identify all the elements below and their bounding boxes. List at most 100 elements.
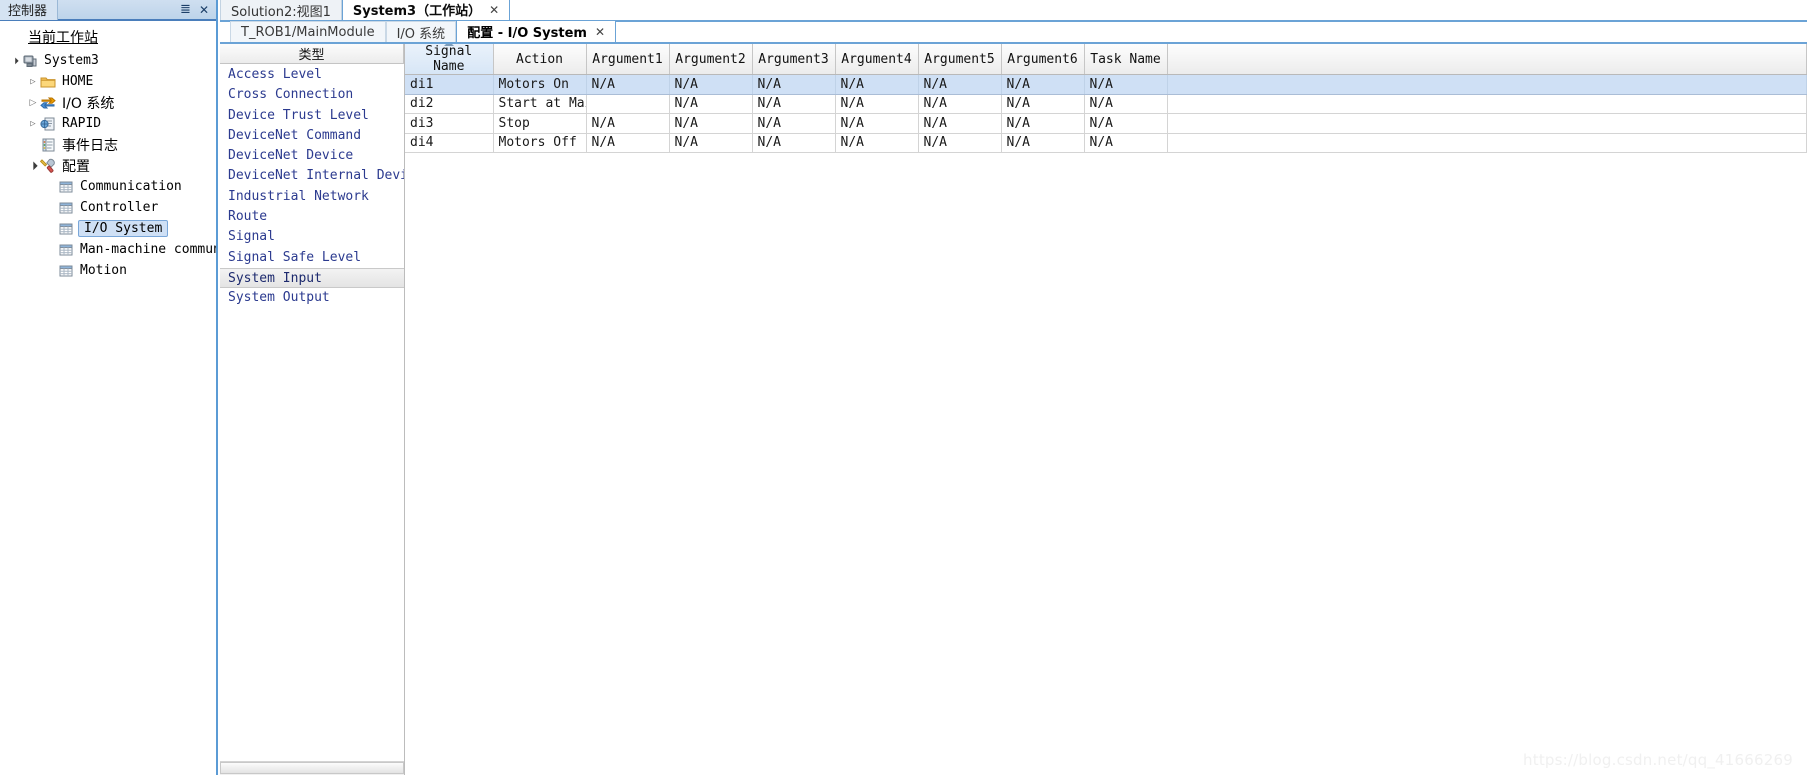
table-cell[interactable]: N/A: [1084, 74, 1168, 95]
table-cell[interactable]: N/A: [1084, 94, 1168, 114]
table-cell[interactable]: Motors On: [493, 74, 587, 95]
type-list-item[interactable]: Cross Connection: [220, 85, 404, 105]
table-cell[interactable]: N/A: [835, 113, 919, 134]
table-cell[interactable]: Motors Off: [493, 133, 587, 153]
table-row[interactable]: di3 Stop N/A N/A N/A N/A N/A N/A N/A: [405, 113, 1807, 134]
table-cell[interactable]: N/A: [669, 133, 753, 153]
type-list-item[interactable]: DeviceNet Device: [220, 146, 404, 166]
grid-column-header[interactable]: Action: [493, 44, 587, 75]
table-cell[interactable]: N/A: [835, 74, 919, 95]
type-list-item[interactable]: Signal Safe Level: [220, 248, 404, 268]
table-cell[interactable]: N/A: [918, 113, 1002, 134]
table-cell-filler: [1167, 74, 1807, 95]
type-list-item[interactable]: Industrial Network: [220, 187, 404, 207]
tree-item-label: Communication: [80, 179, 182, 194]
type-list-item[interactable]: DeviceNet Internal Device: [220, 166, 404, 186]
sub-tab-label: 配置 - I/O System: [467, 26, 587, 41]
scrollbar-thumb[interactable]: [220, 762, 404, 774]
chevron-right-icon[interactable]: ▷: [26, 98, 40, 108]
table-cell[interactable]: N/A: [586, 113, 670, 134]
table-cell[interactable]: N/A: [752, 74, 836, 95]
tree-item-[interactable]: ◢ 配置: [0, 155, 216, 176]
tree-item-label: Man-machine communic: [80, 242, 216, 257]
type-list: Access Level Cross Connection Device Trust…: [220, 64, 404, 775]
sub-tab-1[interactable]: T_ROB1/MainModule: [230, 21, 386, 42]
type-list-item[interactable]: Route: [220, 207, 404, 227]
tree-item-i-o-system[interactable]: I/O System: [0, 218, 216, 239]
tree-item-i-o[interactable]: ▷ I/O 系统: [0, 92, 216, 113]
chevron-right-icon[interactable]: ▷: [26, 119, 40, 129]
table-cell[interactable]: N/A: [669, 74, 753, 95]
pin-icon[interactable]: ≣: [180, 3, 191, 16]
grid-column-header[interactable]: Signal Name: [405, 44, 494, 75]
table-cell[interactable]: N/A: [669, 94, 753, 114]
table-cell[interactable]: N/A: [1001, 74, 1085, 95]
dock-tab-controller[interactable]: 控制器: [0, 0, 59, 20]
table-cell[interactable]: N/A: [918, 133, 1002, 153]
sub-tab-2[interactable]: I/O 系统: [385, 21, 457, 42]
table-row[interactable]: di4 Motors Off N/A N/A N/A N/A N/A N/A N/A: [405, 133, 1807, 153]
table-row[interactable]: di2Start at MainN/AN/AN/AN/AN/AN/A: [405, 94, 1807, 114]
tree-item-label: HOME: [62, 74, 94, 89]
table-cell[interactable]: di3: [405, 113, 494, 134]
tree-item-motion[interactable]: Motion: [0, 260, 216, 281]
type-list-item[interactable]: DeviceNet Command: [220, 126, 404, 146]
type-list-item[interactable]: System Input: [220, 267, 404, 289]
chevron-right-icon[interactable]: ▷: [26, 77, 40, 87]
grid-column-header[interactable]: Argument5: [918, 44, 1002, 75]
grid-column-header[interactable]: Argument2: [669, 44, 753, 75]
table-cell[interactable]: N/A: [918, 94, 1002, 114]
close-icon[interactable]: ✕: [199, 4, 209, 16]
table-cell[interactable]: N/A: [835, 94, 919, 114]
tree-item-communication[interactable]: Communication: [0, 176, 216, 197]
table-cell[interactable]: N/A: [669, 113, 753, 134]
table-cell[interactable]: Stop: [493, 113, 587, 134]
tree-item-rapid[interactable]: ▷ RAPID: [0, 113, 216, 134]
type-list-item[interactable]: Signal: [220, 227, 404, 247]
grid-column-header[interactable]: Argument1: [586, 44, 670, 75]
table-cell[interactable]: di4: [405, 133, 494, 153]
grid-column-header[interactable]: Argument4: [835, 44, 919, 75]
document-tab-2[interactable]: System3（工作站） ✕: [341, 0, 511, 20]
grid-column-header[interactable]: Task Name: [1084, 44, 1168, 75]
chevron-down-icon[interactable]: ◢: [7, 52, 23, 68]
chevron-down-icon[interactable]: ◢: [25, 157, 41, 173]
table-cell[interactable]: N/A: [586, 74, 670, 95]
type-list-item[interactable]: Device Trust Level: [220, 106, 404, 126]
tree-item-controller[interactable]: Controller: [0, 197, 216, 218]
controller-icon: [22, 53, 38, 69]
table-cell[interactable]: N/A: [918, 74, 1002, 95]
table-cell[interactable]: N/A: [1001, 133, 1085, 153]
table-cell[interactable]: N/A: [586, 133, 670, 153]
tab-close-icon[interactable]: ✕: [489, 3, 499, 17]
table-cell[interactable]: N/A: [1001, 113, 1085, 134]
tree-item-home[interactable]: ▷ HOME: [0, 71, 216, 92]
table-cell[interactable]: N/A: [752, 113, 836, 134]
table-cell[interactable]: N/A: [752, 133, 836, 153]
table-cell[interactable]: di2: [405, 94, 494, 114]
table-cell[interactable]: N/A: [1084, 113, 1168, 134]
grid-column-header[interactable]: Argument3: [752, 44, 836, 75]
type-panel-horizontal-scrollbar[interactable]: [220, 761, 404, 775]
table-cell[interactable]: [586, 94, 670, 114]
table-cell[interactable]: di1: [405, 74, 494, 95]
tree-item-[interactable]: 事件日志: [0, 134, 216, 155]
tree-item-system3[interactable]: ◢ System3: [0, 50, 216, 71]
tree-item-label: System3: [44, 53, 99, 68]
table-row[interactable]: di1 Motors On N/A N/A N/A N/A N/A N/A N/A: [405, 74, 1807, 95]
sub-tab-3[interactable]: 配置 - I/O System ✕: [456, 20, 617, 42]
grid-column-header-label: Argument2: [675, 51, 746, 67]
tab-close-icon[interactable]: ✕: [595, 25, 605, 39]
table-cell[interactable]: N/A: [1084, 133, 1168, 153]
tree-item-label: I/O System: [78, 220, 169, 237]
document-tab-1[interactable]: Solution2:视图1: [220, 0, 342, 20]
table-cell[interactable]: N/A: [752, 94, 836, 114]
table-cell[interactable]: Start at Main: [493, 94, 587, 114]
tree-item-man-machine-communic[interactable]: Man-machine communic: [0, 239, 216, 260]
table-cell[interactable]: N/A: [1001, 94, 1085, 114]
grid-column-header[interactable]: Argument6: [1001, 44, 1085, 75]
type-list-item[interactable]: Access Level: [220, 65, 404, 85]
table-cell[interactable]: N/A: [835, 133, 919, 153]
type-list-item[interactable]: System Output: [220, 288, 404, 308]
